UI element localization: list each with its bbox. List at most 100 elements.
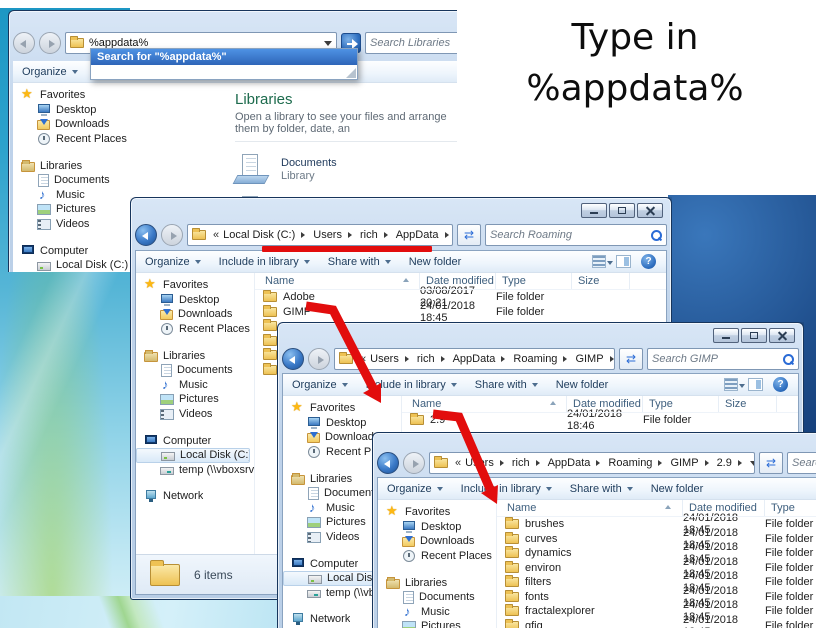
address-bar[interactable]: « Local Disk (C:)UsersrichAppDataRoaming [187, 224, 453, 246]
maximize-button[interactable] [741, 328, 767, 343]
search-input[interactable] [652, 353, 780, 365]
sidebar-item[interactable]: Videos [136, 407, 254, 422]
toolbar-button[interactable]: New folder [400, 251, 471, 272]
sidebar-item[interactable]: Favorites [378, 504, 496, 520]
column-header-type[interactable]: Type [643, 396, 719, 412]
sidebar-item[interactable]: Documents [378, 590, 496, 605]
address-bar[interactable]: « Users rich AppData Roaming GIMP 2.9 [429, 452, 755, 474]
breadcrumb-item[interactable]: AppData [548, 457, 609, 469]
sidebar-item[interactable]: Favorites [13, 87, 218, 103]
breadcrumb-item[interactable]: Users [465, 457, 512, 469]
change-view-icon[interactable] [592, 255, 613, 268]
file-row[interactable]: brushes 24/01/2018 18:45 File folder [497, 512, 816, 536]
address-dropdown-icon[interactable] [749, 460, 754, 470]
breadcrumb-item[interactable]: AppData [453, 353, 514, 365]
back-button[interactable] [13, 32, 35, 54]
close-button[interactable] [769, 328, 795, 343]
sidebar-item[interactable]: Music [378, 604, 496, 620]
sidebar-item[interactable]: Downloads [13, 117, 218, 132]
column-header-type[interactable]: Type [496, 273, 572, 289]
breadcrumb-item[interactable]: Local Disk (C:) [223, 229, 313, 241]
forward-button[interactable] [39, 32, 61, 54]
sidebar-item[interactable]: Desktop [378, 520, 496, 535]
minimize-button[interactable] [713, 328, 739, 343]
sidebar-item[interactable]: Desktop [13, 103, 218, 118]
file-row[interactable]: 2.9 24/01/2018 18:46 File folder [402, 408, 798, 432]
search-box[interactable] [647, 348, 799, 370]
sidebar-item[interactable]: Music [136, 377, 254, 393]
help-icon[interactable] [641, 254, 656, 269]
toolbar-button[interactable]: Include in library [452, 478, 561, 499]
sidebar-item[interactable]: Recent Places [136, 322, 254, 337]
search-input[interactable] [370, 37, 457, 49]
column-header-size[interactable]: Size [572, 273, 630, 289]
sidebar-item[interactable]: Desktop [283, 416, 401, 431]
toolbar-button[interactable]: Share with [319, 251, 400, 272]
refresh-button[interactable] [759, 452, 783, 474]
search-box[interactable] [485, 224, 667, 246]
preview-pane-icon[interactable] [616, 255, 631, 268]
sidebar-item[interactable]: Libraries [13, 158, 218, 173]
refresh-button[interactable] [457, 224, 481, 246]
sidebar-item[interactable]: Libraries [378, 575, 496, 590]
sidebar-item[interactable]: Libraries [136, 348, 254, 363]
library-item[interactable]: Documents Library [235, 154, 457, 184]
column-header-name[interactable]: Name [497, 500, 683, 516]
toolbar-button-organize[interactable]: Organize [13, 61, 87, 82]
forward-button[interactable] [161, 224, 183, 246]
sidebar-item[interactable]: Local Disk (C:) [136, 447, 250, 463]
back-button[interactable] [135, 224, 157, 246]
minimize-button[interactable] [581, 203, 607, 218]
sidebar-item[interactable]: Recent Places [378, 549, 496, 564]
search-input[interactable] [490, 229, 648, 241]
toolbar-button[interactable]: Include in library [357, 374, 466, 395]
sidebar-item[interactable]: Documents [13, 173, 218, 188]
forward-button[interactable] [308, 348, 330, 370]
column-header-date[interactable]: Date modified [683, 500, 765, 516]
breadcrumb-item[interactable]: Users [370, 353, 417, 365]
file-row[interactable]: dynamics 24/01/2018 18:45 File folder [497, 541, 816, 565]
close-button[interactable] [637, 203, 663, 218]
breadcrumb-item[interactable]: rich [360, 229, 396, 241]
address-bar[interactable]: « Users rich AppData Roaming GIMP [334, 348, 615, 370]
breadcrumb-item[interactable]: rich [417, 353, 453, 365]
file-row[interactable]: GIMP 24/01/2018 18:45 File folder [255, 300, 666, 324]
sidebar-item[interactable]: temp (\\vboxsrv) (E: [136, 463, 254, 478]
forward-button[interactable] [403, 452, 425, 474]
breadcrumb-item[interactable]: Users [313, 229, 360, 241]
sidebar-item[interactable]: Downloads [378, 534, 496, 549]
breadcrumb-item[interactable]: Roaming [608, 457, 670, 469]
sidebar-item[interactable]: Downloads [136, 307, 254, 322]
back-button[interactable] [377, 452, 399, 474]
toolbar-button[interactable]: Include in library [210, 251, 319, 272]
breadcrumb-item[interactable]: Roaming [513, 353, 575, 365]
preview-pane-icon[interactable] [748, 378, 763, 391]
file-row[interactable]: curves 24/01/2018 18:45 File folder [497, 527, 816, 551]
breadcrumb-item[interactable]: GIMP [670, 457, 716, 469]
sidebar-item[interactable]: Documents [136, 363, 254, 378]
column-header-date[interactable]: Date modified [567, 396, 643, 412]
search-box[interactable] [787, 452, 816, 474]
column-header-name[interactable]: Name [255, 273, 420, 289]
search-box[interactable] [365, 32, 457, 54]
file-row[interactable]: filters 24/01/2018 18:45 File folder [497, 570, 816, 594]
sidebar-item[interactable]: Favorites [136, 277, 254, 293]
sidebar-item[interactable]: Computer [136, 433, 254, 448]
sidebar-item[interactable]: Desktop [136, 293, 254, 308]
file-row[interactable]: fonts 24/01/2018 18:45 File folder [497, 585, 816, 609]
column-header-type[interactable]: Type [765, 500, 816, 516]
back-button[interactable] [282, 348, 304, 370]
toolbar-button[interactable]: New folder [642, 478, 713, 499]
toolbar-button[interactable]: Share with [561, 478, 642, 499]
breadcrumb-item[interactable]: GIMP [575, 353, 614, 365]
toolbar-button[interactable]: Organize [136, 251, 210, 272]
sidebar-item[interactable]: Favorites [283, 400, 401, 416]
sidebar-item[interactable]: Pictures [136, 392, 254, 407]
breadcrumb-item[interactable]: 2.9 [717, 457, 750, 469]
column-header-name[interactable]: Name [402, 396, 567, 412]
sidebar-item[interactable]: Pictures [378, 619, 496, 628]
column-header-size[interactable]: Size [719, 396, 777, 412]
sidebar-item[interactable]: Recent Places [13, 132, 218, 147]
column-header-date[interactable]: Date modified [420, 273, 496, 289]
file-row[interactable]: environ 24/01/2018 18:45 File folder [497, 556, 816, 580]
